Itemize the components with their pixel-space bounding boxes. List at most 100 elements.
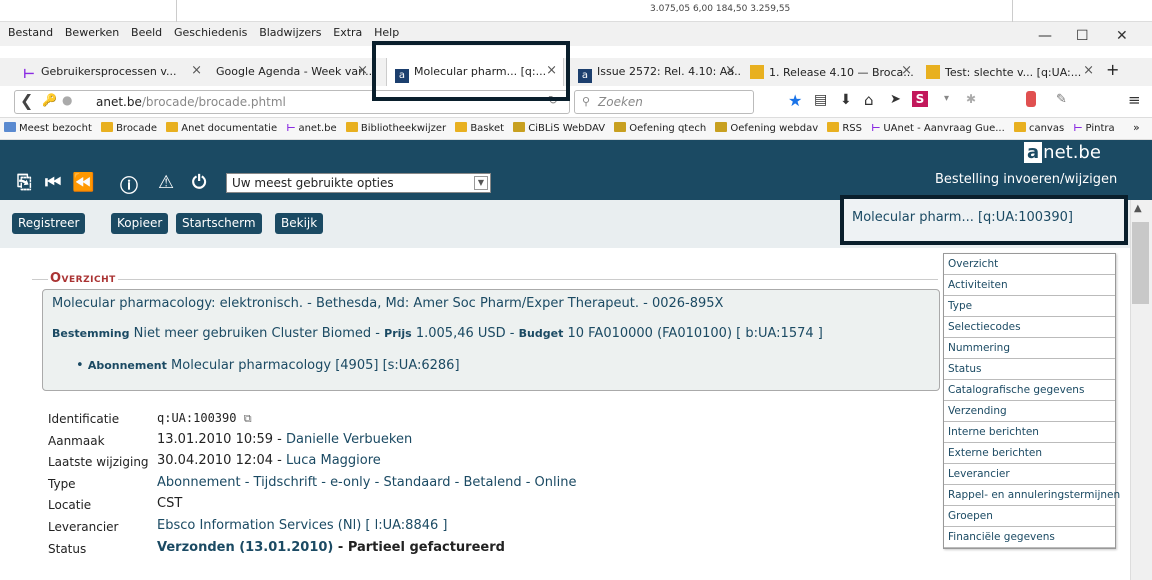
bookmark-item[interactable]: Oefening webdav xyxy=(715,122,818,134)
menu-item-nummering[interactable]: Nummering xyxy=(944,338,1115,359)
reading-list-icon[interactable]: ▤ xyxy=(814,92,827,108)
bookmark-item[interactable]: Basket xyxy=(455,122,504,134)
current-record-box: Molecular pharm... [q:UA:100390] xyxy=(840,195,1128,245)
tab-label: Gebruikersprocessen v... xyxy=(41,65,177,78)
tab-release-410[interactable]: 1. Release 4.10 — Broca... × xyxy=(742,58,918,86)
extension-icon[interactable]: ✱ xyxy=(966,92,976,106)
bookmark-item[interactable]: Bibliotheekwijzer xyxy=(345,122,446,134)
close-tab-icon[interactable]: × xyxy=(725,63,736,78)
tab-test-slechte[interactable]: Test: slechte v... [q:UA:... × xyxy=(918,58,1100,86)
bookmark-item[interactable]: ⊢ anet.be xyxy=(286,123,336,134)
back-icon[interactable]: ❮ xyxy=(20,91,33,110)
field-value-type[interactable]: Abonnement - Tijdschrift - e-only - Stan… xyxy=(157,475,576,490)
previous-icon[interactable]: ⏪ xyxy=(72,172,94,193)
options-select[interactable]: Uw meest gebruikte opties ▼ xyxy=(226,173,491,193)
registreer-button[interactable]: Registreer xyxy=(12,213,86,234)
bookmark-item[interactable]: Brocade xyxy=(101,122,157,134)
search-placeholder: Zoeken xyxy=(598,95,643,109)
top-numbers: 3.075,05 6,00 184,50 3.259,55 xyxy=(650,4,791,14)
field-value-leverancier[interactable]: Ebsco Information Services (Nl) [ l:UA:8… xyxy=(157,518,447,533)
menu-beeld[interactable]: Beeld xyxy=(131,26,162,39)
home-icon[interactable]: ⌂ xyxy=(864,91,874,109)
clipboard-icon[interactable]: ⎘ xyxy=(17,172,31,193)
bookmark-item[interactable]: ⊢ UAnet - Aanvraag Gue... xyxy=(871,123,1005,134)
menu-item-activiteiten[interactable]: Activiteiten xyxy=(944,275,1115,296)
tab-google-agenda[interactable]: Google Agenda - Week van... × xyxy=(208,58,374,86)
menu-item-overzicht[interactable]: Overzicht xyxy=(944,254,1115,275)
menu-item-status[interactable]: Status xyxy=(944,359,1115,380)
menu-bar: Bestand Bewerken Beeld Geschiedenis Blad… xyxy=(0,22,1152,46)
bookmark-item[interactable]: CiBLiS WebDAV xyxy=(513,122,605,134)
pen-icon[interactable]: ✎ xyxy=(1056,92,1067,107)
menu-item-externe-berichten[interactable]: Externe berichten xyxy=(944,443,1115,464)
close-tab-icon[interactable]: × xyxy=(901,63,912,78)
tab-gebruikersprocessen[interactable]: ⊢ Gebruikersprocessen v... × xyxy=(14,58,208,86)
scrollbar-thumb[interactable] xyxy=(1132,222,1149,304)
field-label-aanmaak: Aanmaak xyxy=(48,434,105,448)
menu-item-catalografische-gegevens[interactable]: Catalografische gegevens xyxy=(944,380,1115,401)
menu-extra[interactable]: Extra xyxy=(333,26,362,39)
kopieer-button[interactable]: Kopieer xyxy=(111,213,169,234)
tab-label: 1. Release 4.10 — Broca... xyxy=(769,66,914,79)
copy-icon: ⧉ xyxy=(243,412,252,425)
bookmarks-overflow[interactable]: » xyxy=(1133,121,1140,134)
maximize-button[interactable]: ☐ xyxy=(1076,28,1089,44)
dropdown-icon[interactable]: ▾ xyxy=(944,93,949,104)
anet-logo: a net.be xyxy=(1024,142,1101,163)
menu-item-groepen[interactable]: Groepen xyxy=(944,506,1115,527)
bucket-icon xyxy=(926,65,940,79)
tab-label: Test: slechte v... [q:UA:... xyxy=(945,66,1082,79)
hamburger-menu-icon[interactable]: ≡ xyxy=(1128,91,1141,109)
help-icon[interactable]: ⓘ xyxy=(120,172,138,198)
field-value-aanmaak: 13.01.2010 10:59 - Danielle Verbueken xyxy=(157,432,413,447)
bookmark-item[interactable]: Oefening qtech xyxy=(614,122,706,134)
menu-item-type[interactable]: Type xyxy=(944,296,1115,317)
new-tab-button[interactable]: + xyxy=(1106,60,1119,79)
url-text[interactable]: anet.be/brocade/brocade.phtml xyxy=(96,95,286,109)
close-tab-icon[interactable]: × xyxy=(191,63,202,78)
section-menu: Overzicht Activiteiten Type Selectiecode… xyxy=(943,253,1120,549)
bookmark-item[interactable]: canvas xyxy=(1013,122,1064,134)
download-icon[interactable]: ⬇ xyxy=(840,92,852,108)
startscherm-button[interactable]: Startscherm xyxy=(176,213,262,234)
extension-s-icon[interactable]: S xyxy=(912,91,928,107)
bookmark-item[interactable]: RSS xyxy=(827,122,862,134)
tab-label: Google Agenda - Week van... xyxy=(216,65,374,78)
overview-title-line: Molecular pharmacology: elektronisch. - … xyxy=(52,296,724,311)
field-label-leverancier: Leverancier xyxy=(48,520,119,534)
menu-item-verzending[interactable]: Verzending xyxy=(944,401,1115,422)
bekijk-button[interactable]: Bekijk xyxy=(275,213,324,234)
menu-item-selectiecodes[interactable]: Selectiecodes xyxy=(944,317,1115,338)
send-icon[interactable]: ➤ xyxy=(890,92,901,107)
menu-item-leverancier[interactable]: Leverancier xyxy=(944,464,1115,485)
menu-geschiedenis[interactable]: Geschiedenis xyxy=(174,26,247,39)
top-strip: 3.075,05 6,00 184,50 3.259,55 xyxy=(0,0,1152,22)
menu-bladwijzers[interactable]: Bladwijzers xyxy=(259,26,321,39)
power-icon[interactable]: ⏻ xyxy=(192,172,206,193)
scroll-up-icon[interactable]: ▲ xyxy=(1134,203,1142,214)
field-value-laatste-wijziging: 30.04.2010 12:04 - Luca Maggiore xyxy=(157,453,381,468)
menu-bewerken[interactable]: Bewerken xyxy=(65,26,119,39)
bucket-icon xyxy=(750,65,764,79)
site-info-icon[interactable]: 🔑 xyxy=(42,93,57,107)
bookmark-item[interactable]: Anet documentatie xyxy=(166,122,277,134)
menu-item-rappel-termijnen[interactable]: Rappel- en annuleringstermijnen xyxy=(944,485,1120,506)
extension-red-icon[interactable] xyxy=(1026,91,1036,107)
tab-label: Issue 2572: Rel. 4.10: Aa... xyxy=(597,65,742,78)
minimize-button[interactable]: — xyxy=(1038,28,1052,44)
menu-help[interactable]: Help xyxy=(374,26,399,39)
tab-issue-2572[interactable]: a Issue 2572: Rel. 4.10: Aa... × xyxy=(570,58,742,86)
close-tab-icon[interactable]: × xyxy=(357,63,368,78)
bookmark-item[interactable]: Meest bezocht xyxy=(4,122,92,134)
alert-icon[interactable]: ⚠ xyxy=(158,172,174,193)
menu-item-financiele-gegevens[interactable]: Financiële gegevens xyxy=(944,527,1115,548)
close-tab-icon[interactable]: × xyxy=(1083,63,1094,78)
first-record-icon[interactable]: ⏮ xyxy=(45,172,61,193)
close-window-button[interactable]: ✕ xyxy=(1116,28,1128,44)
menu-item-interne-berichten[interactable]: Interne berichten xyxy=(944,422,1115,443)
menu-bestand[interactable]: Bestand xyxy=(8,26,53,39)
bookmark-star-icon[interactable]: ★ xyxy=(788,91,802,110)
active-tab-highlight xyxy=(372,41,570,101)
bookmark-item[interactable]: ⊢ Pintra xyxy=(1073,123,1114,134)
overview-title: Overzicht xyxy=(48,271,118,286)
